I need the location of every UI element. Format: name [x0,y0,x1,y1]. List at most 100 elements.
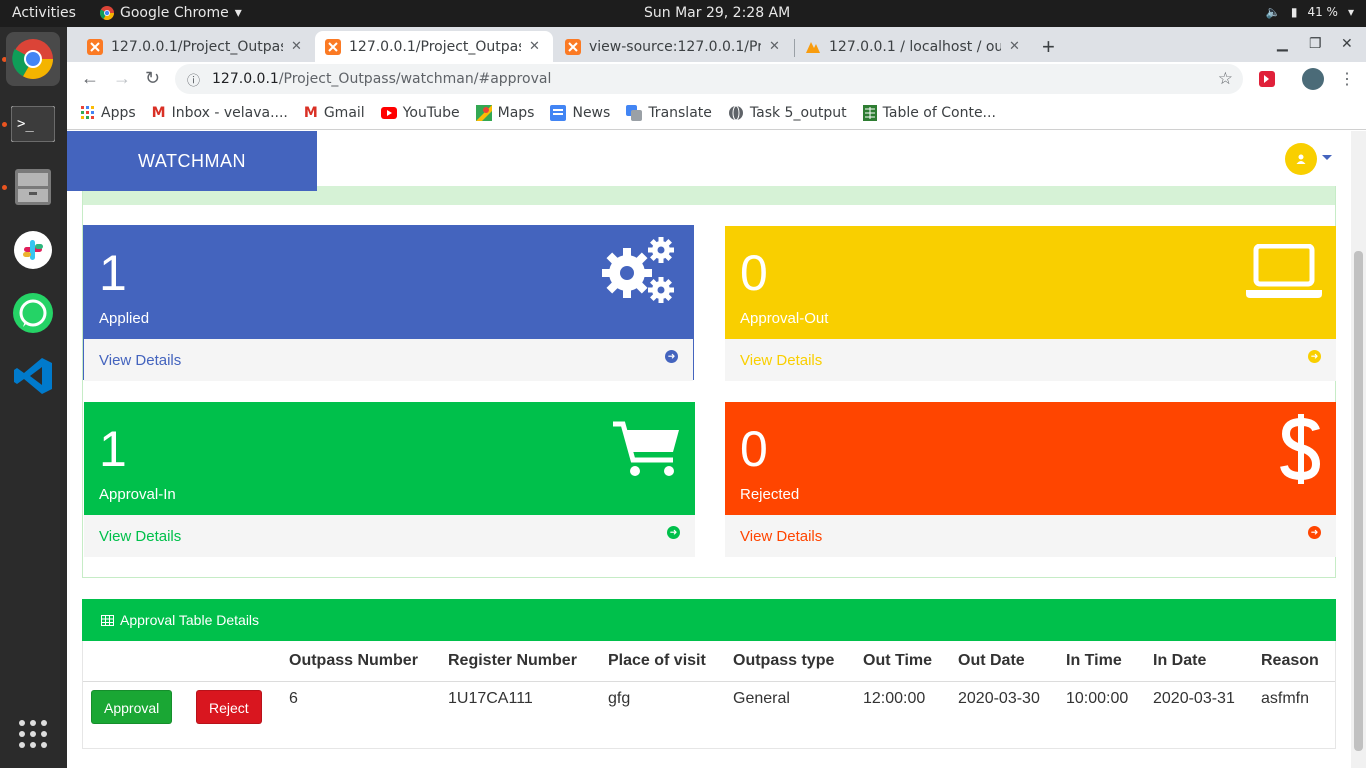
column-header-actions [83,641,191,682]
brand-logo[interactable]: WATCHMAN [67,131,317,191]
xampp-icon [325,38,341,55]
bookmark-label: Apps [101,104,136,121]
bookmark-maps[interactable]: Maps [475,104,534,121]
page-scrollbar[interactable] [1351,131,1366,768]
tab-title: 127.0.0.1 / localhost / outp [829,38,1001,55]
chevron-down-icon: ▾ [234,5,242,21]
address-bar[interactable]: ⓘ 127.0.0.1 /Project_Outpass/watchman/#a… [175,64,1243,94]
tab-project-outpass-1[interactable]: 127.0.0.1/Project_Outpass ✕ [77,31,315,62]
sheet-icon [862,104,877,121]
minimize-button[interactable]: ▁ [1277,35,1288,52]
scrollbar-thumb[interactable] [1354,251,1363,751]
view-details-link[interactable]: View Details [99,352,181,369]
approval-table-title: Approval Table Details [120,612,260,628]
new-tab-button[interactable]: + [1042,34,1055,60]
globe-icon [728,105,743,120]
bookmark-label: News [572,104,611,121]
activities-button[interactable]: Activities [12,5,76,21]
card-applied-footer[interactable]: View Details ➜ [84,339,693,381]
approval-in-count: 1 [99,421,127,477]
card-rejected-footer[interactable]: View Details ➜ [725,515,1336,557]
approval-button[interactable]: Approval [91,689,173,724]
dock-vscode[interactable] [6,349,60,403]
bookmark-label: YouTube [402,104,460,121]
cell-in-date: 2020-03-31 [1153,689,1235,707]
column-header-in-date: In Date [1148,641,1256,682]
news-icon [550,104,567,121]
column-header-out-date: Out Date [953,641,1061,682]
bookmark-inbox[interactable]: M Inbox - velava.... [152,105,288,121]
tab-phpmyadmin[interactable]: 127.0.0.1 / localhost / outp ✕ [795,31,1033,62]
card-approval-out-footer[interactable]: View Details ➜ [725,339,1336,381]
bookmark-apps[interactable]: Apps [81,105,136,121]
card-approval-out: 0 Approval-Out View Details ➜ [725,226,1336,381]
cell-place-of-visit: gfg [608,689,631,707]
close-icon[interactable]: ✕ [769,39,780,54]
card-approval-in: 1 Approval-In View Details ➜ [84,402,695,557]
arrow-circle-right-icon[interactable]: ➜ [1308,526,1321,539]
bookmark-star-icon[interactable]: ☆ [1218,69,1233,89]
bookmark-table-of-contents[interactable]: Table of Conte... [862,104,996,121]
browser-toolbar: ← → ↻ ⓘ 127.0.0.1 /Project_Outpass/watch… [67,62,1366,96]
bookmark-task5[interactable]: Task 5_output [728,105,847,121]
xampp-icon [87,38,103,55]
dock-files[interactable] [6,160,60,214]
svg-text:>_: >_ [17,116,34,132]
bookmarks-bar: Apps M Inbox - velava.... M Gmail YouTub… [67,96,1366,130]
reload-icon[interactable]: ↻ [145,68,160,89]
tab-view-source[interactable]: view-source:127.0.0.1/Pro ✕ [555,31,793,62]
dock-terminal[interactable]: >_ [6,97,60,151]
extension-icon[interactable] [1259,71,1275,87]
bookmark-news[interactable]: News [550,104,611,121]
user-icon [1296,154,1306,164]
bookmark-youtube[interactable]: YouTube [380,104,460,121]
card-rejected-header: 0 Rejected [725,402,1336,515]
card-applied-header: 1 Applied [84,226,693,339]
card-approval-in-footer[interactable]: View Details ➜ [84,515,695,557]
close-icon[interactable]: ✕ [1009,39,1020,54]
cell-reason: asfmfn [1261,689,1310,707]
app-menu[interactable]: Google Chrome ▾ [100,5,242,21]
table-icon [101,614,114,626]
maximize-button[interactable]: ❐ [1309,35,1322,52]
reject-button[interactable]: Reject [196,689,262,724]
close-window-button[interactable]: ✕ [1341,35,1353,52]
view-details-link[interactable]: View Details [740,528,822,545]
bookmark-gmail[interactable]: M Gmail [304,105,365,121]
arrow-circle-right-icon[interactable]: ➜ [1308,350,1321,363]
back-arrow-icon[interactable]: ← [81,68,99,89]
column-header-out-time: Out Time [858,641,953,682]
close-icon[interactable]: ✕ [291,39,302,54]
tab-title: 127.0.0.1/Project_Outpass [349,38,521,55]
cell-out-date: 2020-03-30 [958,689,1040,707]
arrow-circle-right-icon[interactable]: ➜ [665,350,678,363]
bookmark-translate[interactable]: Translate [626,104,712,121]
view-details-link[interactable]: View Details [740,352,822,369]
dock-whatsapp[interactable] [6,286,60,340]
view-details-link[interactable]: View Details [99,528,181,545]
apps-grid-icon [81,105,94,119]
bookmark-label: Gmail [323,104,365,121]
tab-project-outpass-2[interactable]: 127.0.0.1/Project_Outpass ✕ [315,31,553,62]
kebab-menu-icon[interactable]: ⋮ [1339,69,1355,89]
dock-slack[interactable] [6,223,60,277]
chrome-icon [100,6,114,20]
dock-chrome[interactable] [6,32,60,86]
terminal-icon: >_ [11,106,55,142]
caret-down-icon[interactable] [1322,155,1332,160]
youtube-icon [380,106,397,119]
cart-icon [613,421,679,476]
close-icon[interactable]: ✕ [529,39,540,54]
profile-avatar[interactable] [1302,68,1324,90]
app-menu-label: Google Chrome [120,5,229,21]
show-applications[interactable] [6,707,60,761]
arrow-circle-right-icon[interactable]: ➜ [667,526,680,539]
status-menu[interactable]: 🔈 ▮ 41 % ▾ [1266,5,1354,19]
info-icon[interactable]: ⓘ [187,70,200,89]
gears-icon [602,237,674,303]
forward-arrow-icon[interactable]: → [113,68,131,89]
user-avatar[interactable] [1285,143,1317,175]
clock[interactable]: Sun Mar 29, 2:28 AM [644,5,790,21]
approval-in-label: Approval-In [99,486,176,503]
table-header-row: Outpass Number Register Number Place of … [83,641,1335,682]
